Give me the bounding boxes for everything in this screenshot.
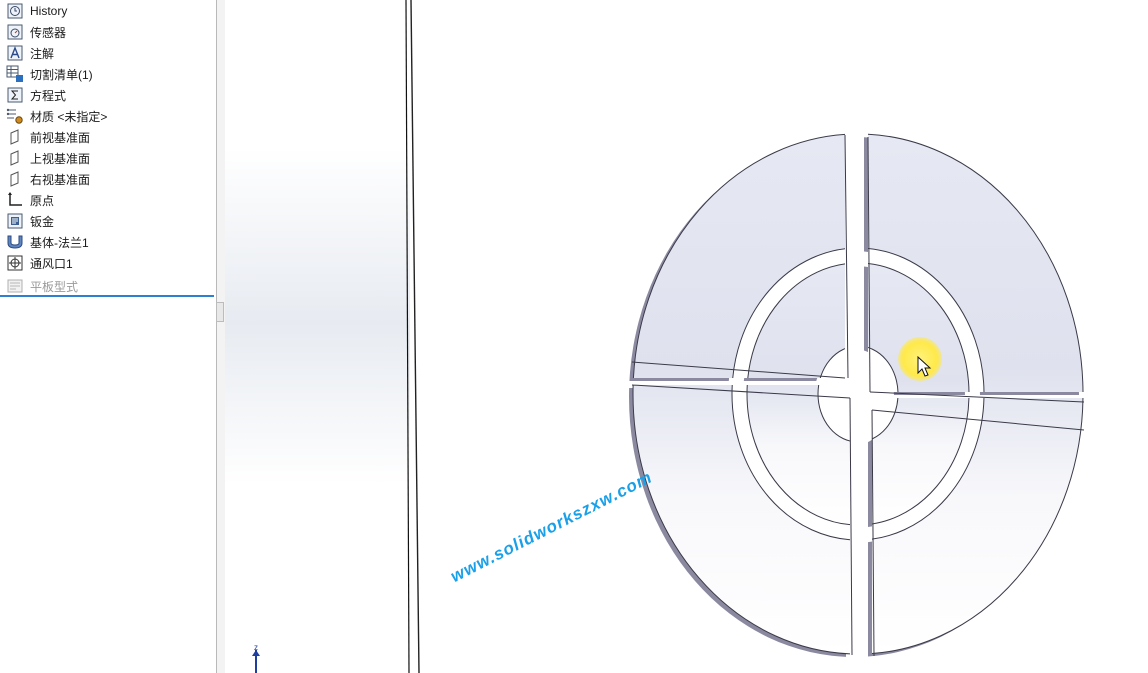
mouse-cursor-icon bbox=[917, 356, 932, 377]
vent-plate-model[interactable] bbox=[0, 0, 1148, 673]
triad-z-label: z bbox=[254, 643, 258, 652]
